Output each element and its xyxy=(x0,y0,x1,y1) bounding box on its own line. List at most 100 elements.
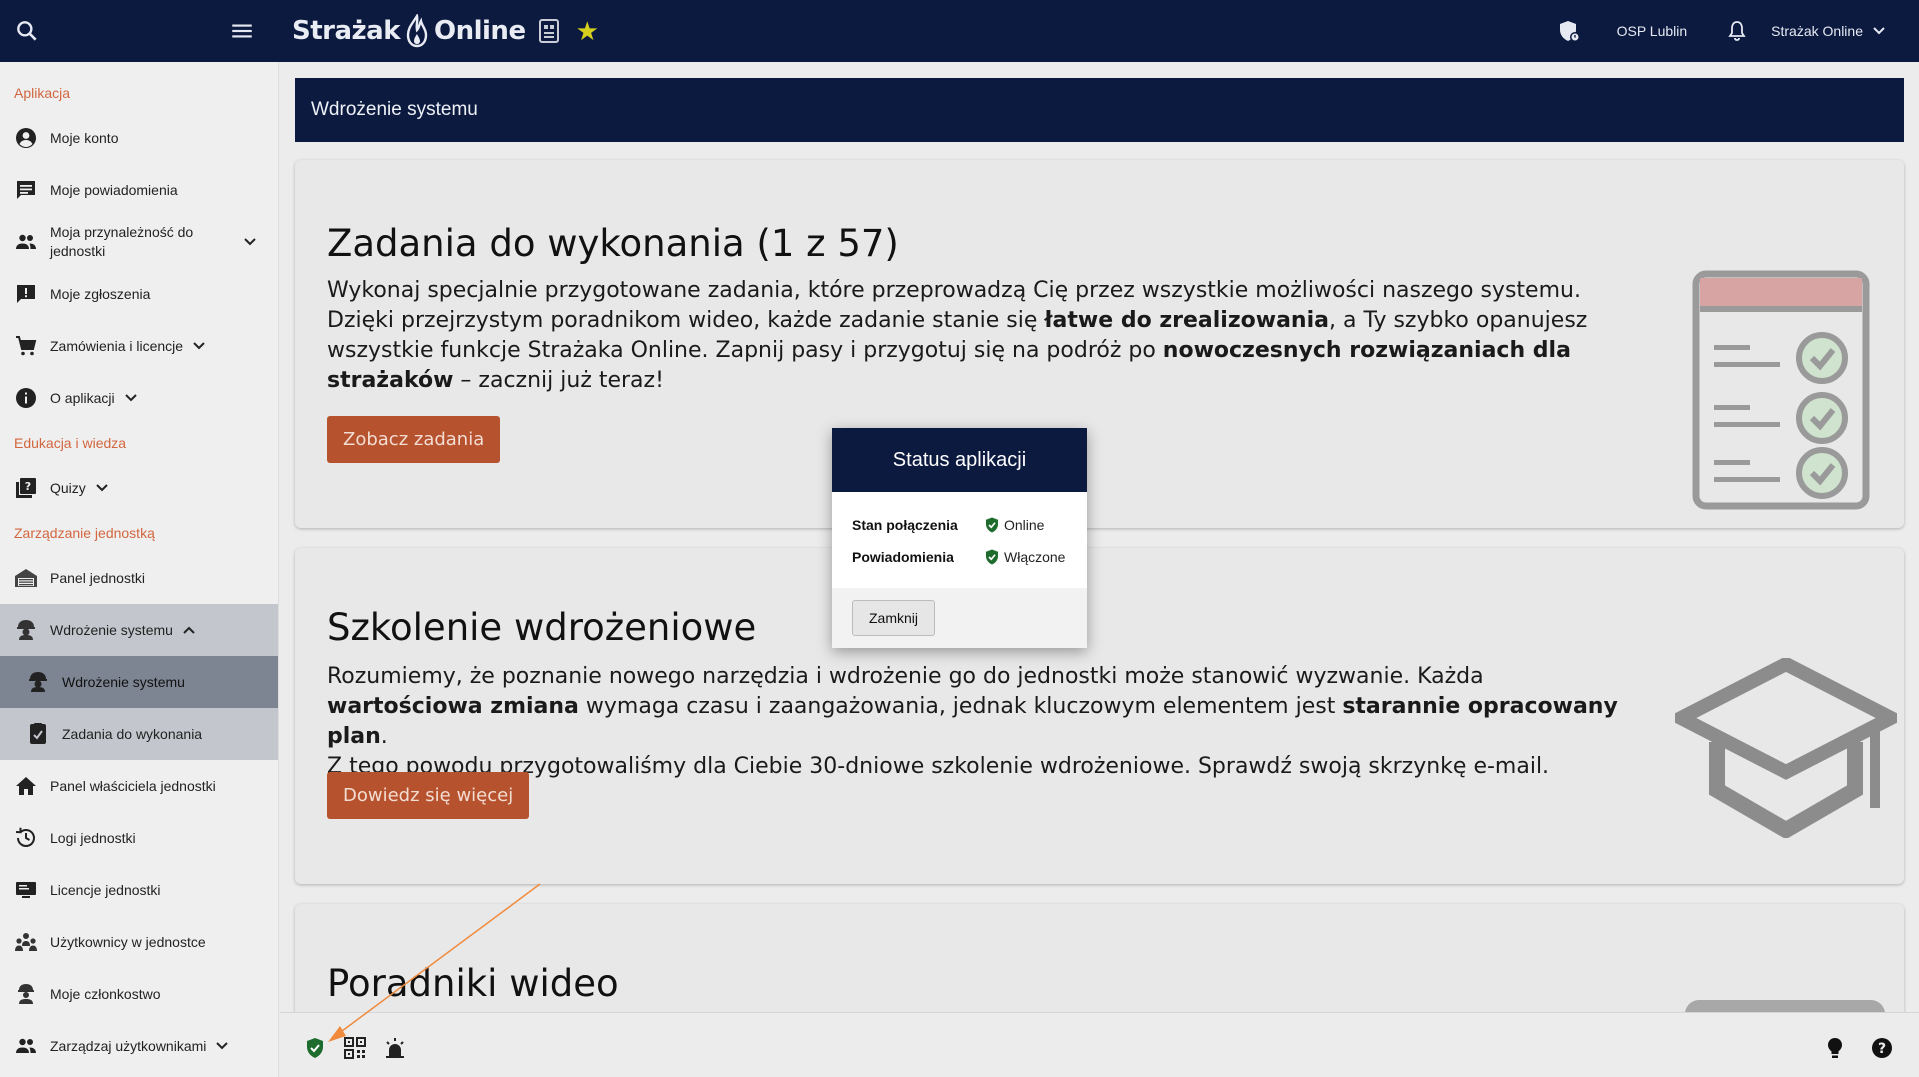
desc-bold: wartościowa zmiana xyxy=(327,694,579,719)
training-card-description: Rozumiemy, że poznanie nowego narzędzia … xyxy=(327,662,1647,782)
learn-more-button[interactable]: Dowiedz się więcej xyxy=(327,772,530,819)
dialog-title: Status aplikacji xyxy=(832,428,1087,492)
license-monitor-icon xyxy=(16,882,36,898)
desc-bold: strażaków xyxy=(327,368,454,393)
sidebar-item-logs[interactable]: Logi jednostki xyxy=(0,812,278,864)
dialog-row-key: Stan połączenia xyxy=(852,517,958,533)
sidebar-item-quizzes[interactable]: ? Quizy xyxy=(0,462,278,514)
sidebar-item-label: Zarządzaj użytkownikami xyxy=(50,1037,207,1054)
fire-station-icon xyxy=(15,569,37,587)
desc-text: – zacznij już teraz! xyxy=(453,368,664,393)
sidebar-item-label: Panel jednostki xyxy=(50,569,145,586)
video-guides-card: Poradniki wideo xyxy=(295,904,1904,1012)
sidebar-item-about[interactable]: O aplikacji xyxy=(0,372,278,424)
sidebar-item-unit-panel[interactable]: Panel jednostki xyxy=(0,552,278,604)
sidebar-item-owner-panel[interactable]: Panel właściciela jednostki xyxy=(0,760,278,812)
app-logo[interactable]: Strażak Online ★ xyxy=(292,8,599,54)
shield-check-icon xyxy=(986,549,998,565)
account-circle-icon xyxy=(16,128,36,148)
sidebar-item-label: Moja przynależność do jednostki xyxy=(50,224,194,259)
chevron-down-icon[interactable] xyxy=(240,232,260,252)
sidebar-item-label: Wdrożenie systemu xyxy=(50,621,173,638)
chevron-down-icon[interactable] xyxy=(189,336,209,356)
chevron-down-icon[interactable] xyxy=(212,1036,232,1056)
user-menu-name[interactable]: Strażak Online xyxy=(1771,23,1863,39)
desc-text: wszystkie funkcje Strażaka Online. Zapni… xyxy=(327,338,1163,363)
logo-text-part2: Online xyxy=(434,16,526,46)
section-unit: Zarządzanie jednostką xyxy=(14,525,155,541)
chevron-up-icon[interactable] xyxy=(179,620,199,640)
video-guides-title: Poradniki wideo xyxy=(327,962,619,1005)
app-badge-icon xyxy=(538,19,559,43)
people-icon xyxy=(16,234,36,249)
svg-text:?: ? xyxy=(1878,1041,1886,1057)
section-edu: Edukacja i wiedza xyxy=(14,435,127,451)
desc-text: , a Ty szybko opanujesz xyxy=(1328,308,1588,333)
desc-line: Rozumiemy, że poznanie nowego narzędzia … xyxy=(327,664,1484,689)
alarm-light-icon[interactable] xyxy=(383,1036,407,1060)
sidebar-item-label: Quizy xyxy=(50,479,86,496)
main-content: Wdrożenie systemu Zadania do wykonania (… xyxy=(280,62,1919,1012)
close-button[interactable]: Zamknij xyxy=(852,600,936,636)
sidebar-item-label: O aplikacji xyxy=(50,389,115,406)
sidebar-item-label: Moje zgłoszenia xyxy=(50,285,151,302)
help-icon[interactable]: ? xyxy=(1870,1036,1894,1060)
chevron-down-icon[interactable] xyxy=(92,478,112,498)
sidebar-item-label: Zadania do wykonania xyxy=(62,725,203,742)
checklist-illustration xyxy=(1692,270,1870,510)
home-icon xyxy=(16,777,36,795)
desc-text: Dzięki przejrzystym poradnikom wideo, ka… xyxy=(327,308,1045,333)
sidebar-item-label: Wdrożenie systemu xyxy=(62,673,185,690)
sidebar-item-reports[interactable]: Moje zgłoszenia xyxy=(0,268,278,320)
sidebar-item-label: Licencje jednostki xyxy=(50,881,161,898)
app-status-dialog: Status aplikacji Stan połączenia Online … xyxy=(832,428,1087,648)
flame-icon xyxy=(406,14,428,48)
search-icon[interactable] xyxy=(14,18,40,44)
dialog-row-key: Powiadomienia xyxy=(852,549,954,565)
sidebar-item-my-membership[interactable]: Moje członkostwo xyxy=(0,968,278,1020)
dialog-row-connection: Stan połączenia Online xyxy=(852,514,1076,536)
shield-status-icon[interactable] xyxy=(1557,19,1581,43)
sidebar-item-account[interactable]: Moje konto xyxy=(0,112,278,164)
sidebar-item-deployment-sub[interactable]: Wdrożenie systemu xyxy=(0,656,278,708)
sidebar-item-notifications[interactable]: Moje powiadomienia xyxy=(0,164,278,216)
view-tasks-button[interactable]: Zobacz zadania xyxy=(327,416,501,463)
sidebar-item-manage-users[interactable]: Zarządzaj użytkownikami xyxy=(0,1020,278,1072)
lightbulb-icon[interactable] xyxy=(1823,1036,1847,1060)
bottom-bar: ? xyxy=(280,1012,1919,1077)
chevron-down-icon[interactable] xyxy=(1869,21,1889,41)
tasks-card: Zadania do wykonania (1 z 57) Wykonaj sp… xyxy=(295,160,1904,528)
desc-text: wymaga czasu i zaangażowania, jednak klu… xyxy=(578,694,1343,719)
desc-bold: nowoczesnych rozwiązaniach dla xyxy=(1162,338,1571,363)
message-icon xyxy=(17,181,35,199)
sidebar-item-label: Logi jednostki xyxy=(50,829,136,846)
sidebar-item-orders[interactable]: Zamówienia i licencje xyxy=(0,320,278,372)
sidebar-item-licenses[interactable]: Licencje jednostki xyxy=(0,864,278,916)
info-icon xyxy=(16,388,36,408)
people-icon xyxy=(16,1038,36,1053)
sidebar-item-tasks[interactable]: Zadania do wykonania xyxy=(0,708,278,760)
unit-name[interactable]: OSP Lublin xyxy=(1617,23,1688,39)
tasks-card-description: Wykonaj specjalnie przygotowane zadania,… xyxy=(327,276,1647,396)
top-bar: Strażak Online ★ OSP Lublin Strażak Onli… xyxy=(0,0,1919,62)
shield-check-icon[interactable] xyxy=(303,1036,327,1060)
history-icon xyxy=(15,827,35,847)
dialog-row-value: Włączone xyxy=(1004,549,1066,565)
quiz-icon: ? xyxy=(16,478,36,498)
desc-line: wartościowa zmiana wymaga czasu i zaanga… xyxy=(327,692,1647,752)
desc-line: Wykonaj specjalnie przygotowane zadania,… xyxy=(327,278,1581,303)
menu-icon[interactable] xyxy=(229,18,255,44)
video-guides-illustration xyxy=(1685,1000,1885,1012)
qr-code-icon[interactable] xyxy=(343,1036,367,1060)
desc-line: wszystkie funkcje Strażaka Online. Zapni… xyxy=(327,336,1647,366)
sidebar: Aplikacja Moje konto Moje powiadomienia … xyxy=(0,62,279,1077)
chevron-down-icon[interactable] xyxy=(121,388,141,408)
sidebar-item-label: Moje powiadomienia xyxy=(50,181,178,198)
sidebar-item-unit-users[interactable]: Użytkownicy w jednostce xyxy=(0,916,278,968)
section-app: Aplikacja xyxy=(14,85,71,101)
bell-icon[interactable] xyxy=(1725,19,1749,43)
sidebar-item-label: Moje konto xyxy=(50,129,119,146)
favorite-star-icon[interactable]: ★ xyxy=(576,16,599,47)
sidebar-item-deployment[interactable]: Wdrożenie systemu xyxy=(0,604,278,656)
sidebar-item-membership[interactable]: Moja przynależność do jednostki xyxy=(0,216,278,268)
